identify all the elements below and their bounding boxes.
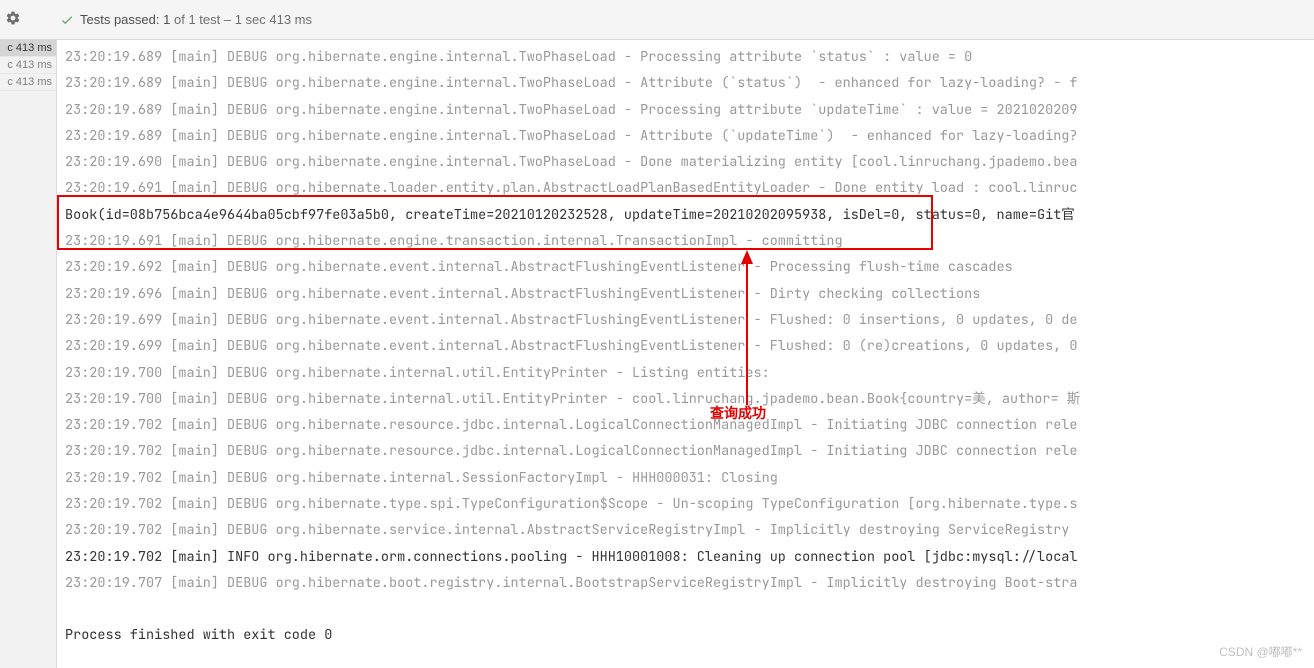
check-icon bbox=[60, 13, 74, 27]
log-line: 23:20:19.702 [main] INFO org.hibernate.o… bbox=[65, 544, 1314, 570]
log-line: 23:20:19.699 [main] DEBUG org.hibernate.… bbox=[65, 333, 1314, 359]
log-line: 23:20:19.692 [main] DEBUG org.hibernate.… bbox=[65, 254, 1314, 280]
log-line: 23:20:19.689 [main] DEBUG org.hibernate.… bbox=[65, 70, 1314, 96]
gear-icon[interactable] bbox=[5, 10, 25, 30]
log-line: 23:20:19.696 [main] DEBUG org.hibernate.… bbox=[65, 281, 1314, 307]
log-line: 23:20:19.702 [main] DEBUG org.hibernate.… bbox=[65, 412, 1314, 438]
log-line: 23:20:19.700 [main] DEBUG org.hibernate.… bbox=[65, 386, 1314, 412]
log-line: 23:20:19.702 [main] DEBUG org.hibernate.… bbox=[65, 438, 1314, 464]
test-status: Tests passed: 1 of 1 test – 1 sec 413 ms bbox=[60, 12, 312, 27]
sidebar-item[interactable]: c 413 ms bbox=[0, 74, 56, 91]
log-line: 23:20:19.689 [main] DEBUG org.hibernate.… bbox=[65, 123, 1314, 149]
sidebar-item[interactable]: c 413 ms bbox=[0, 57, 56, 74]
log-line: 23:20:19.702 [main] DEBUG org.hibernate.… bbox=[65, 491, 1314, 517]
content-wrapper: c 413 ms c 413 ms c 413 ms 查询成功 23:20:19… bbox=[0, 40, 1314, 668]
log-line: 23:20:19.700 [main] DEBUG org.hibernate.… bbox=[65, 360, 1314, 386]
console-output[interactable]: 查询成功 23:20:19.689 [main] DEBUG org.hiber… bbox=[57, 40, 1314, 668]
log-line: 23:20:19.702 [main] DEBUG org.hibernate.… bbox=[65, 517, 1314, 543]
log-line: Book(id=08b756bca4e9644ba05cbf97fe03a5b0… bbox=[65, 202, 1314, 228]
log-line: 23:20:19.690 [main] DEBUG org.hibernate.… bbox=[65, 149, 1314, 175]
log-line: 23:20:19.689 [main] DEBUG org.hibernate.… bbox=[65, 44, 1314, 70]
log-line: 23:20:19.689 [main] DEBUG org.hibernate.… bbox=[65, 97, 1314, 123]
tests-passed-count: 1 bbox=[163, 12, 170, 27]
tests-passed-time: – 1 sec 413 ms bbox=[224, 12, 312, 27]
log-line: 23:20:19.691 [main] DEBUG org.hibernate.… bbox=[65, 175, 1314, 201]
log-line: 23:20:19.691 [main] DEBUG org.hibernate.… bbox=[65, 228, 1314, 254]
tests-passed-label: Tests passed: bbox=[80, 12, 160, 27]
log-line: Process finished with exit code 0 bbox=[65, 622, 1314, 648]
watermark: CSDN @嘟嘟** bbox=[1219, 643, 1302, 660]
log-line: 23:20:19.707 [main] DEBUG org.hibernate.… bbox=[65, 570, 1314, 596]
log-line: 23:20:19.699 [main] DEBUG org.hibernate.… bbox=[65, 307, 1314, 333]
tests-passed-of: of 1 test bbox=[174, 12, 220, 27]
sidebar-item[interactable]: c 413 ms bbox=[0, 40, 56, 57]
test-tree-sidebar: c 413 ms c 413 ms c 413 ms bbox=[0, 40, 57, 668]
top-toolbar: Tests passed: 1 of 1 test – 1 sec 413 ms bbox=[0, 0, 1314, 40]
log-line: 23:20:19.702 [main] DEBUG org.hibernate.… bbox=[65, 465, 1314, 491]
